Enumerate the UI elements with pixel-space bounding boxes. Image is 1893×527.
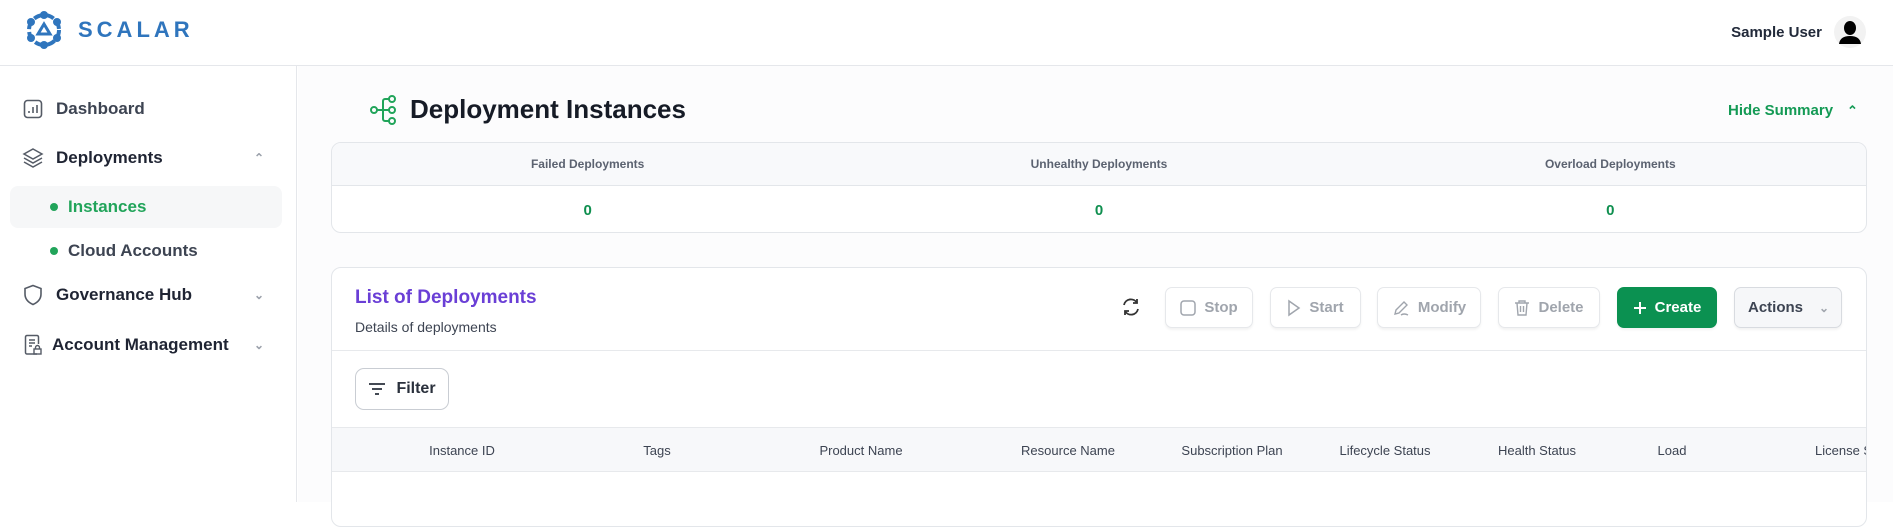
- brand-name: SCALAR: [78, 17, 194, 42]
- list-subtitle: Details of deployments: [355, 319, 497, 335]
- failed-deployments-value: 0: [583, 201, 592, 219]
- sidebar-item-label: Account Management: [52, 335, 229, 354]
- deployments-list-card: List of Deployments Details of deploymen…: [331, 267, 1867, 527]
- sidebar-item-label: Deployments: [56, 148, 163, 167]
- divider: [332, 350, 1866, 351]
- unhealthy-deployments-value: 0: [1094, 201, 1104, 219]
- column-tags[interactable]: Tags: [643, 428, 670, 473]
- refresh-icon[interactable]: [1120, 296, 1142, 318]
- sidebar: Dashboard Deployments ⌃ Instances Cloud …: [0, 66, 297, 502]
- main-content: Deployment Instances Hide Summary ⌃ Fail…: [298, 66, 1893, 527]
- column-subscription-plan[interactable]: Subscription Plan: [1181, 428, 1282, 473]
- unhealthy-deployments-label: Unhealthy Deployments: [1030, 157, 1168, 171]
- modify-label: Modify: [1417, 299, 1467, 316]
- hide-summary-label: Hide Summary: [1728, 102, 1834, 119]
- sidebar-item-label: Dashboard: [56, 99, 145, 118]
- column-license-status[interactable]: License Status: [1815, 428, 1866, 473]
- document-lock-icon: [22, 334, 44, 356]
- list-title: List of Deployments: [355, 287, 537, 308]
- actions-dropdown[interactable]: Actions ⌄: [1734, 287, 1842, 328]
- sidebar-item-deployments[interactable]: Deployments ⌃: [22, 147, 272, 169]
- top-header: SCALAR Sample User: [0, 0, 1893, 66]
- user-name: Sample User: [1731, 23, 1822, 41]
- failed-deployments-label: Failed Deployments: [530, 157, 645, 171]
- bar-chart-icon: [22, 98, 44, 120]
- chevron-down-icon: ⌄: [253, 288, 264, 302]
- modify-button[interactable]: Modify: [1377, 287, 1481, 328]
- column-resource-name[interactable]: Resource Name: [1021, 428, 1115, 473]
- sidebar-item-cloud-accounts[interactable]: Cloud Accounts: [10, 230, 282, 272]
- shield-icon: [22, 284, 44, 306]
- overload-deployments-label: Overload Deployments: [1544, 157, 1676, 171]
- delete-label: Delete: [1538, 299, 1584, 316]
- stop-label: Stop: [1204, 299, 1238, 316]
- column-product-name[interactable]: Product Name: [819, 428, 902, 473]
- filter-label: Filter: [396, 380, 436, 397]
- layers-icon: [22, 147, 44, 169]
- delete-button[interactable]: Delete: [1498, 287, 1600, 328]
- play-icon: [1288, 299, 1301, 316]
- create-button[interactable]: Create: [1617, 287, 1717, 328]
- bullet-icon: [50, 203, 58, 211]
- sidebar-item-label: Instances: [68, 197, 147, 216]
- sidebar-item-label: Cloud Accounts: [68, 241, 198, 260]
- trash-icon: [1515, 299, 1530, 316]
- plus-icon: [1633, 301, 1646, 314]
- sidebar-item-instances[interactable]: Instances: [10, 186, 282, 228]
- pencil-icon: [1393, 300, 1409, 316]
- chevron-up-icon: ⌃: [1847, 102, 1858, 118]
- filter-button[interactable]: Filter: [355, 368, 449, 410]
- start-label: Start: [1309, 299, 1344, 316]
- overload-deployments-value: 0: [1606, 201, 1615, 219]
- logo[interactable]: SCALAR: [24, 10, 194, 50]
- create-label: Create: [1654, 299, 1702, 316]
- deployment-tree-icon: [370, 94, 396, 125]
- summary-card: Failed Deployments Unhealthy Deployments…: [331, 142, 1867, 233]
- table-header: Instance ID Tags Product Name Resource N…: [332, 427, 1866, 473]
- chevron-up-icon: ⌃: [253, 151, 264, 165]
- chevron-down-icon: ⌄: [1818, 300, 1829, 315]
- page-title-text: Deployment Instances: [410, 94, 686, 124]
- column-lifecycle-status[interactable]: Lifecycle Status: [1339, 428, 1430, 473]
- user-menu[interactable]: Sample User: [1731, 16, 1866, 48]
- column-health-status[interactable]: Health Status: [1498, 428, 1576, 473]
- avatar-icon[interactable]: [1834, 16, 1866, 48]
- chevron-down-icon: ⌄: [253, 338, 264, 352]
- actions-label: Actions: [1748, 299, 1804, 316]
- sidebar-item-account-management[interactable]: Account Management ⌄: [22, 334, 272, 356]
- column-instance-id[interactable]: Instance ID: [429, 428, 495, 473]
- stop-icon: [1180, 299, 1197, 316]
- sidebar-item-label: Governance Hub: [56, 285, 193, 304]
- start-button[interactable]: Start: [1270, 287, 1361, 328]
- page-title: Deployment Instances: [370, 94, 686, 125]
- bullet-icon: [50, 247, 58, 255]
- stop-button[interactable]: Stop: [1165, 287, 1253, 328]
- filter-icon: [369, 383, 386, 395]
- sidebar-item-governance-hub[interactable]: Governance Hub ⌄: [22, 284, 272, 306]
- hide-summary-button[interactable]: Hide Summary ⌃: [1728, 102, 1858, 119]
- sidebar-item-dashboard[interactable]: Dashboard: [22, 98, 272, 120]
- column-load[interactable]: Load: [1658, 428, 1687, 473]
- scalar-logo-icon: [27, 11, 61, 49]
